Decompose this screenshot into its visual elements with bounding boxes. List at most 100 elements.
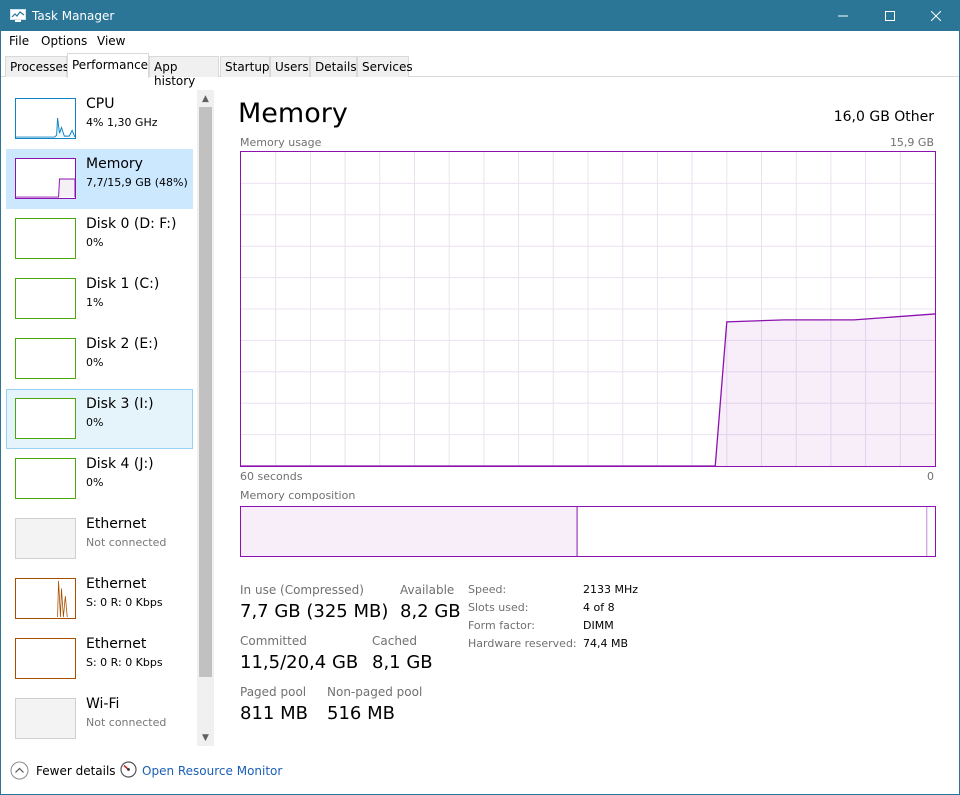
in-use-label: In use (Compressed) <box>240 583 364 597</box>
tab-performance[interactable]: Performance <box>67 53 149 78</box>
tab-startup[interactable]: Startup <box>220 56 270 77</box>
task-manager-icon <box>10 9 26 22</box>
sidebar-item-disk4[interactable]: Disk 4 (J:) 0% <box>6 449 193 509</box>
tab-app-history[interactable]: App history <box>149 56 219 88</box>
sidebar-item-memory[interactable]: Memory 7,7/15,9 GB (48%) <box>6 149 193 209</box>
menu-view[interactable]: View <box>97 34 125 48</box>
sidebar-item-ethernet-1[interactable]: Ethernet Not connected <box>6 509 193 569</box>
task-manager-window: Task Manager File Options View Processes… <box>0 0 960 795</box>
paged-pool-value: 811 MB <box>240 703 308 724</box>
scrollbar-thumb[interactable] <box>199 107 212 677</box>
paged-pool-label: Paged pool <box>240 685 307 699</box>
memory-usage-max: 15,9 GB <box>889 136 934 149</box>
memory-usage-label: Memory usage <box>240 136 322 149</box>
memory-total: 16,0 GB Other <box>833 109 934 125</box>
tab-details[interactable]: Details <box>310 56 357 77</box>
tab-services[interactable]: Services <box>357 56 413 77</box>
page-title: Memory <box>238 98 348 129</box>
menu-options[interactable]: Options <box>41 34 87 48</box>
disk-thumbnail <box>15 338 76 379</box>
sidebar-item-ethernet-3[interactable]: Ethernet S: 0 R: 0 Kbps <box>6 629 193 689</box>
wifi-thumbnail <box>15 698 76 739</box>
sidebar-item-sub: 0% <box>86 416 104 429</box>
footer: Fewer details Open Resource Monitor <box>1 756 959 794</box>
sidebar-item-name: CPU <box>86 96 115 112</box>
menu-bar: File Options View <box>1 31 959 52</box>
fewer-details-chevron-icon[interactable] <box>10 761 29 780</box>
sidebar-scrollbar[interactable]: ▲ ▼ <box>197 90 214 746</box>
sidebar-item-name: Ethernet <box>86 516 147 532</box>
sidebar-item-name: Disk 4 (J:) <box>86 456 154 472</box>
ethernet-thumbnail <box>15 518 76 559</box>
memory-usage-graph <box>240 151 936 467</box>
slots-value: 4 of 8 <box>583 601 615 614</box>
sidebar-item-wifi[interactable]: Wi-Fi Not connected <box>6 689 193 749</box>
open-resource-monitor-link[interactable]: Open Resource Monitor <box>142 764 282 778</box>
disk-thumbnail <box>15 458 76 499</box>
minimize-icon <box>838 15 848 17</box>
fewer-details-button[interactable]: Fewer details <box>36 764 116 778</box>
composition-in-use <box>241 507 578 556</box>
sidebar-item-sub: S: 0 R: 0 Kbps <box>86 596 163 609</box>
scroll-up-icon[interactable]: ▲ <box>197 90 214 107</box>
close-icon <box>931 11 941 21</box>
composition-free <box>930 507 935 556</box>
nonpaged-pool-value: 516 MB <box>327 703 395 724</box>
sidebar-item-sub: S: 0 R: 0 Kbps <box>86 656 163 669</box>
minimize-button[interactable] <box>820 1 866 31</box>
window-title: Task Manager <box>32 9 115 23</box>
sidebar-item-sub: 7,7/15,9 GB (48%) <box>86 176 188 189</box>
sidebar-item-name: Memory <box>86 156 143 172</box>
sidebar-item-disk2[interactable]: Disk 2 (E:) 0% <box>6 329 193 389</box>
sidebar-item-cpu[interactable]: CPU 4% 1,30 GHz <box>6 89 193 149</box>
close-button[interactable] <box>913 1 959 31</box>
composition-standby-divider <box>926 507 928 556</box>
form-factor-label: Form factor: <box>468 619 535 632</box>
memory-composition-bar <box>240 506 936 557</box>
ethernet-thumbnail <box>15 638 76 679</box>
sidebar-item-ethernet-2[interactable]: Ethernet S: 0 R: 0 Kbps <box>6 569 193 629</box>
graph-time-right: 0 <box>927 470 934 483</box>
slots-label: Slots used: <box>468 601 529 614</box>
title-bar[interactable]: Task Manager <box>1 1 959 31</box>
speed-label: Speed: <box>468 583 507 596</box>
graph-time-left: 60 seconds <box>240 470 303 483</box>
sidebar-item-name: Ethernet <box>86 576 147 592</box>
sidebar-item-sub: 0% <box>86 356 104 369</box>
tab-processes[interactable]: Processes <box>5 56 69 77</box>
memory-thumbnail <box>15 158 76 199</box>
resource-monitor-icon <box>120 761 137 778</box>
sidebar-item-sub: Not connected <box>86 716 167 729</box>
sidebar-item-name: Ethernet <box>86 636 147 652</box>
form-factor-value: DIMM <box>583 619 614 632</box>
memory-composition-label: Memory composition <box>240 489 356 502</box>
speed-value: 2133 MHz <box>583 583 639 596</box>
sidebar-item-sub: Not connected <box>86 536 167 549</box>
sidebar-item-sub: 0% <box>86 476 104 489</box>
maximize-button[interactable] <box>867 1 913 31</box>
in-use-value: 7,7 GB (325 MB) <box>240 601 389 622</box>
sidebar-item-disk1[interactable]: Disk 1 (C:) 1% <box>6 269 193 329</box>
sidebar-item-disk0[interactable]: Disk 0 (D: F:) 0% <box>6 209 193 269</box>
scroll-down-icon[interactable]: ▼ <box>197 729 214 746</box>
sidebar-item-disk3[interactable]: Disk 3 (I:) 0% <box>6 389 193 449</box>
sidebar-item-name: Disk 1 (C:) <box>86 276 160 292</box>
committed-label: Committed <box>240 634 307 648</box>
sidebar-item-name: Wi-Fi <box>86 696 120 712</box>
disk-thumbnail <box>15 398 76 439</box>
hardware-reserved-label: Hardware reserved: <box>468 637 577 650</box>
resource-sidebar: CPU 4% 1,30 GHz Memory 7,7/15,9 GB (48%)… <box>1 89 216 749</box>
disk-thumbnail <box>15 218 76 259</box>
menu-file[interactable]: File <box>9 34 29 48</box>
nonpaged-pool-label: Non-paged pool <box>327 685 423 699</box>
available-label: Available <box>400 583 455 597</box>
sidebar-item-name: Disk 2 (E:) <box>86 336 159 352</box>
maximize-icon <box>885 11 895 21</box>
committed-value: 11,5/20,4 GB <box>240 652 359 673</box>
disk-thumbnail <box>15 278 76 319</box>
available-value: 8,2 GB <box>400 601 461 622</box>
hardware-reserved-value: 74,4 MB <box>583 637 629 650</box>
tab-users[interactable]: Users <box>270 56 310 77</box>
cached-value: 8,1 GB <box>372 652 433 673</box>
cpu-thumbnail <box>15 98 76 139</box>
